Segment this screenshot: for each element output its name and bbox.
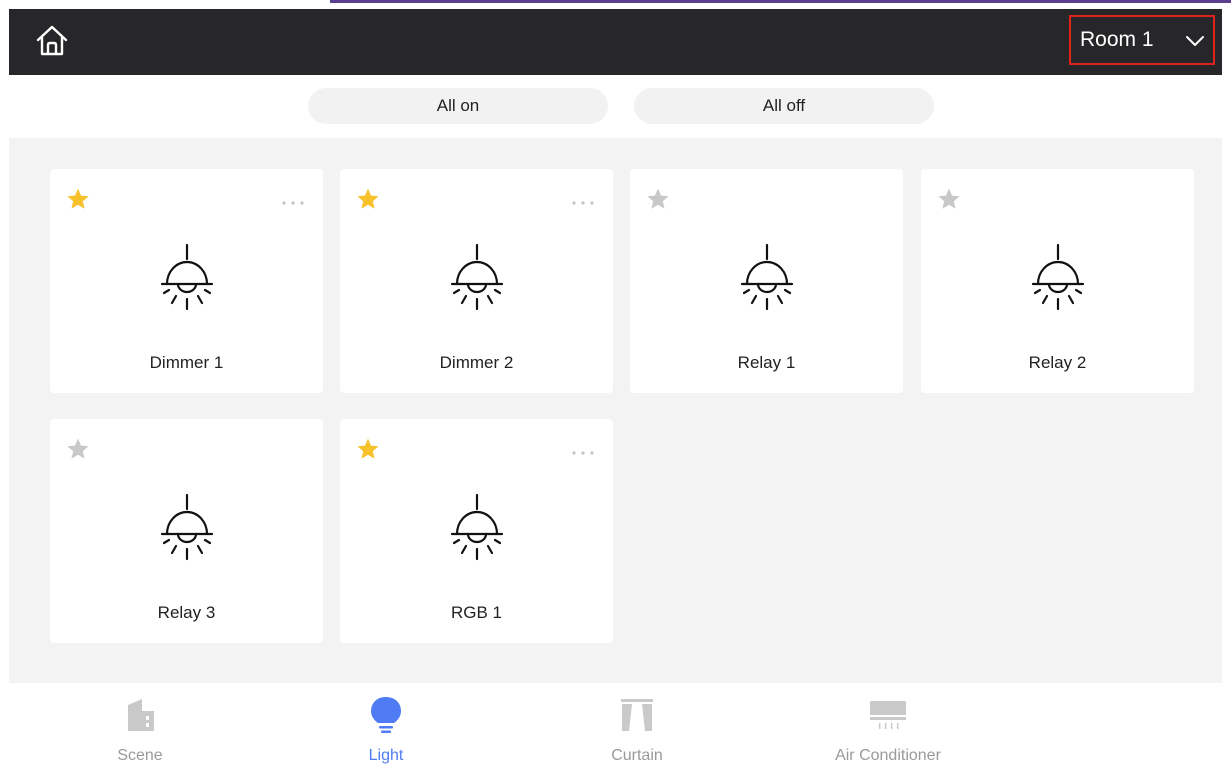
bulb-icon (364, 695, 408, 735)
star-icon[interactable] (646, 187, 670, 211)
curtain-icon (615, 695, 659, 735)
pendant-lamp-icon (446, 493, 508, 565)
top-accent-line (330, 0, 1231, 3)
tab-air-conditioner[interactable]: Air Conditioner (818, 683, 958, 767)
tab-label: Light (368, 747, 404, 764)
star-icon[interactable] (66, 437, 90, 461)
device-grid: Dimmer 1 Dimmer 2 Relay 1 Relay 2 Relay … (9, 138, 1222, 683)
device-name: Relay 3 (157, 603, 216, 622)
tab-curtain[interactable]: Curtain (585, 683, 689, 767)
device-card[interactable]: Relay 3 (50, 419, 323, 643)
pendant-lamp-icon (736, 243, 798, 315)
device-name: Dimmer 1 (149, 353, 224, 372)
all-off-button[interactable]: All off (634, 88, 934, 124)
star-icon[interactable] (937, 187, 961, 211)
building-icon (118, 695, 162, 735)
device-name: RGB 1 (450, 603, 503, 622)
tab-label: Scene (117, 747, 163, 764)
more-options-icon[interactable] (279, 194, 307, 205)
pendant-lamp-icon (1027, 243, 1089, 315)
top-strip (0, 0, 1231, 5)
pendant-lamp-icon (156, 493, 218, 565)
device-card[interactable]: Relay 2 (921, 169, 1194, 393)
star-icon[interactable] (356, 187, 380, 211)
chevron-down-icon (1184, 31, 1206, 51)
device-card[interactable]: Relay 1 (630, 169, 903, 393)
device-card[interactable]: Dimmer 2 (340, 169, 613, 393)
more-options-icon[interactable] (569, 444, 597, 455)
home-icon[interactable] (34, 23, 70, 59)
pendant-lamp-icon (156, 243, 218, 315)
tab-label: Curtain (611, 747, 663, 764)
tab-label: Air Conditioner (835, 747, 941, 764)
device-name: Relay 1 (737, 353, 796, 372)
tab-scene[interactable]: Scene (88, 683, 192, 767)
tab-light[interactable]: Light (334, 683, 438, 767)
device-card[interactable]: Dimmer 1 (50, 169, 323, 393)
all-on-button[interactable]: All on (308, 88, 608, 124)
room-label: Room 1 (1080, 28, 1154, 51)
star-icon[interactable] (356, 437, 380, 461)
header-bar: Room 1 (9, 9, 1222, 75)
all-actions-bar: All on All off (0, 75, 1231, 138)
device-name: Relay 2 (1028, 353, 1087, 372)
pendant-lamp-icon (446, 243, 508, 315)
device-name: Dimmer 2 (439, 353, 514, 372)
more-options-icon[interactable] (569, 194, 597, 205)
star-icon[interactable] (66, 187, 90, 211)
room-selector[interactable]: Room 1 (1069, 15, 1215, 65)
bottom-tab-bar: Scene Light Curtain Air Conditioner (0, 683, 1231, 767)
air-conditioner-icon (866, 695, 910, 735)
device-card[interactable]: RGB 1 (340, 419, 613, 643)
